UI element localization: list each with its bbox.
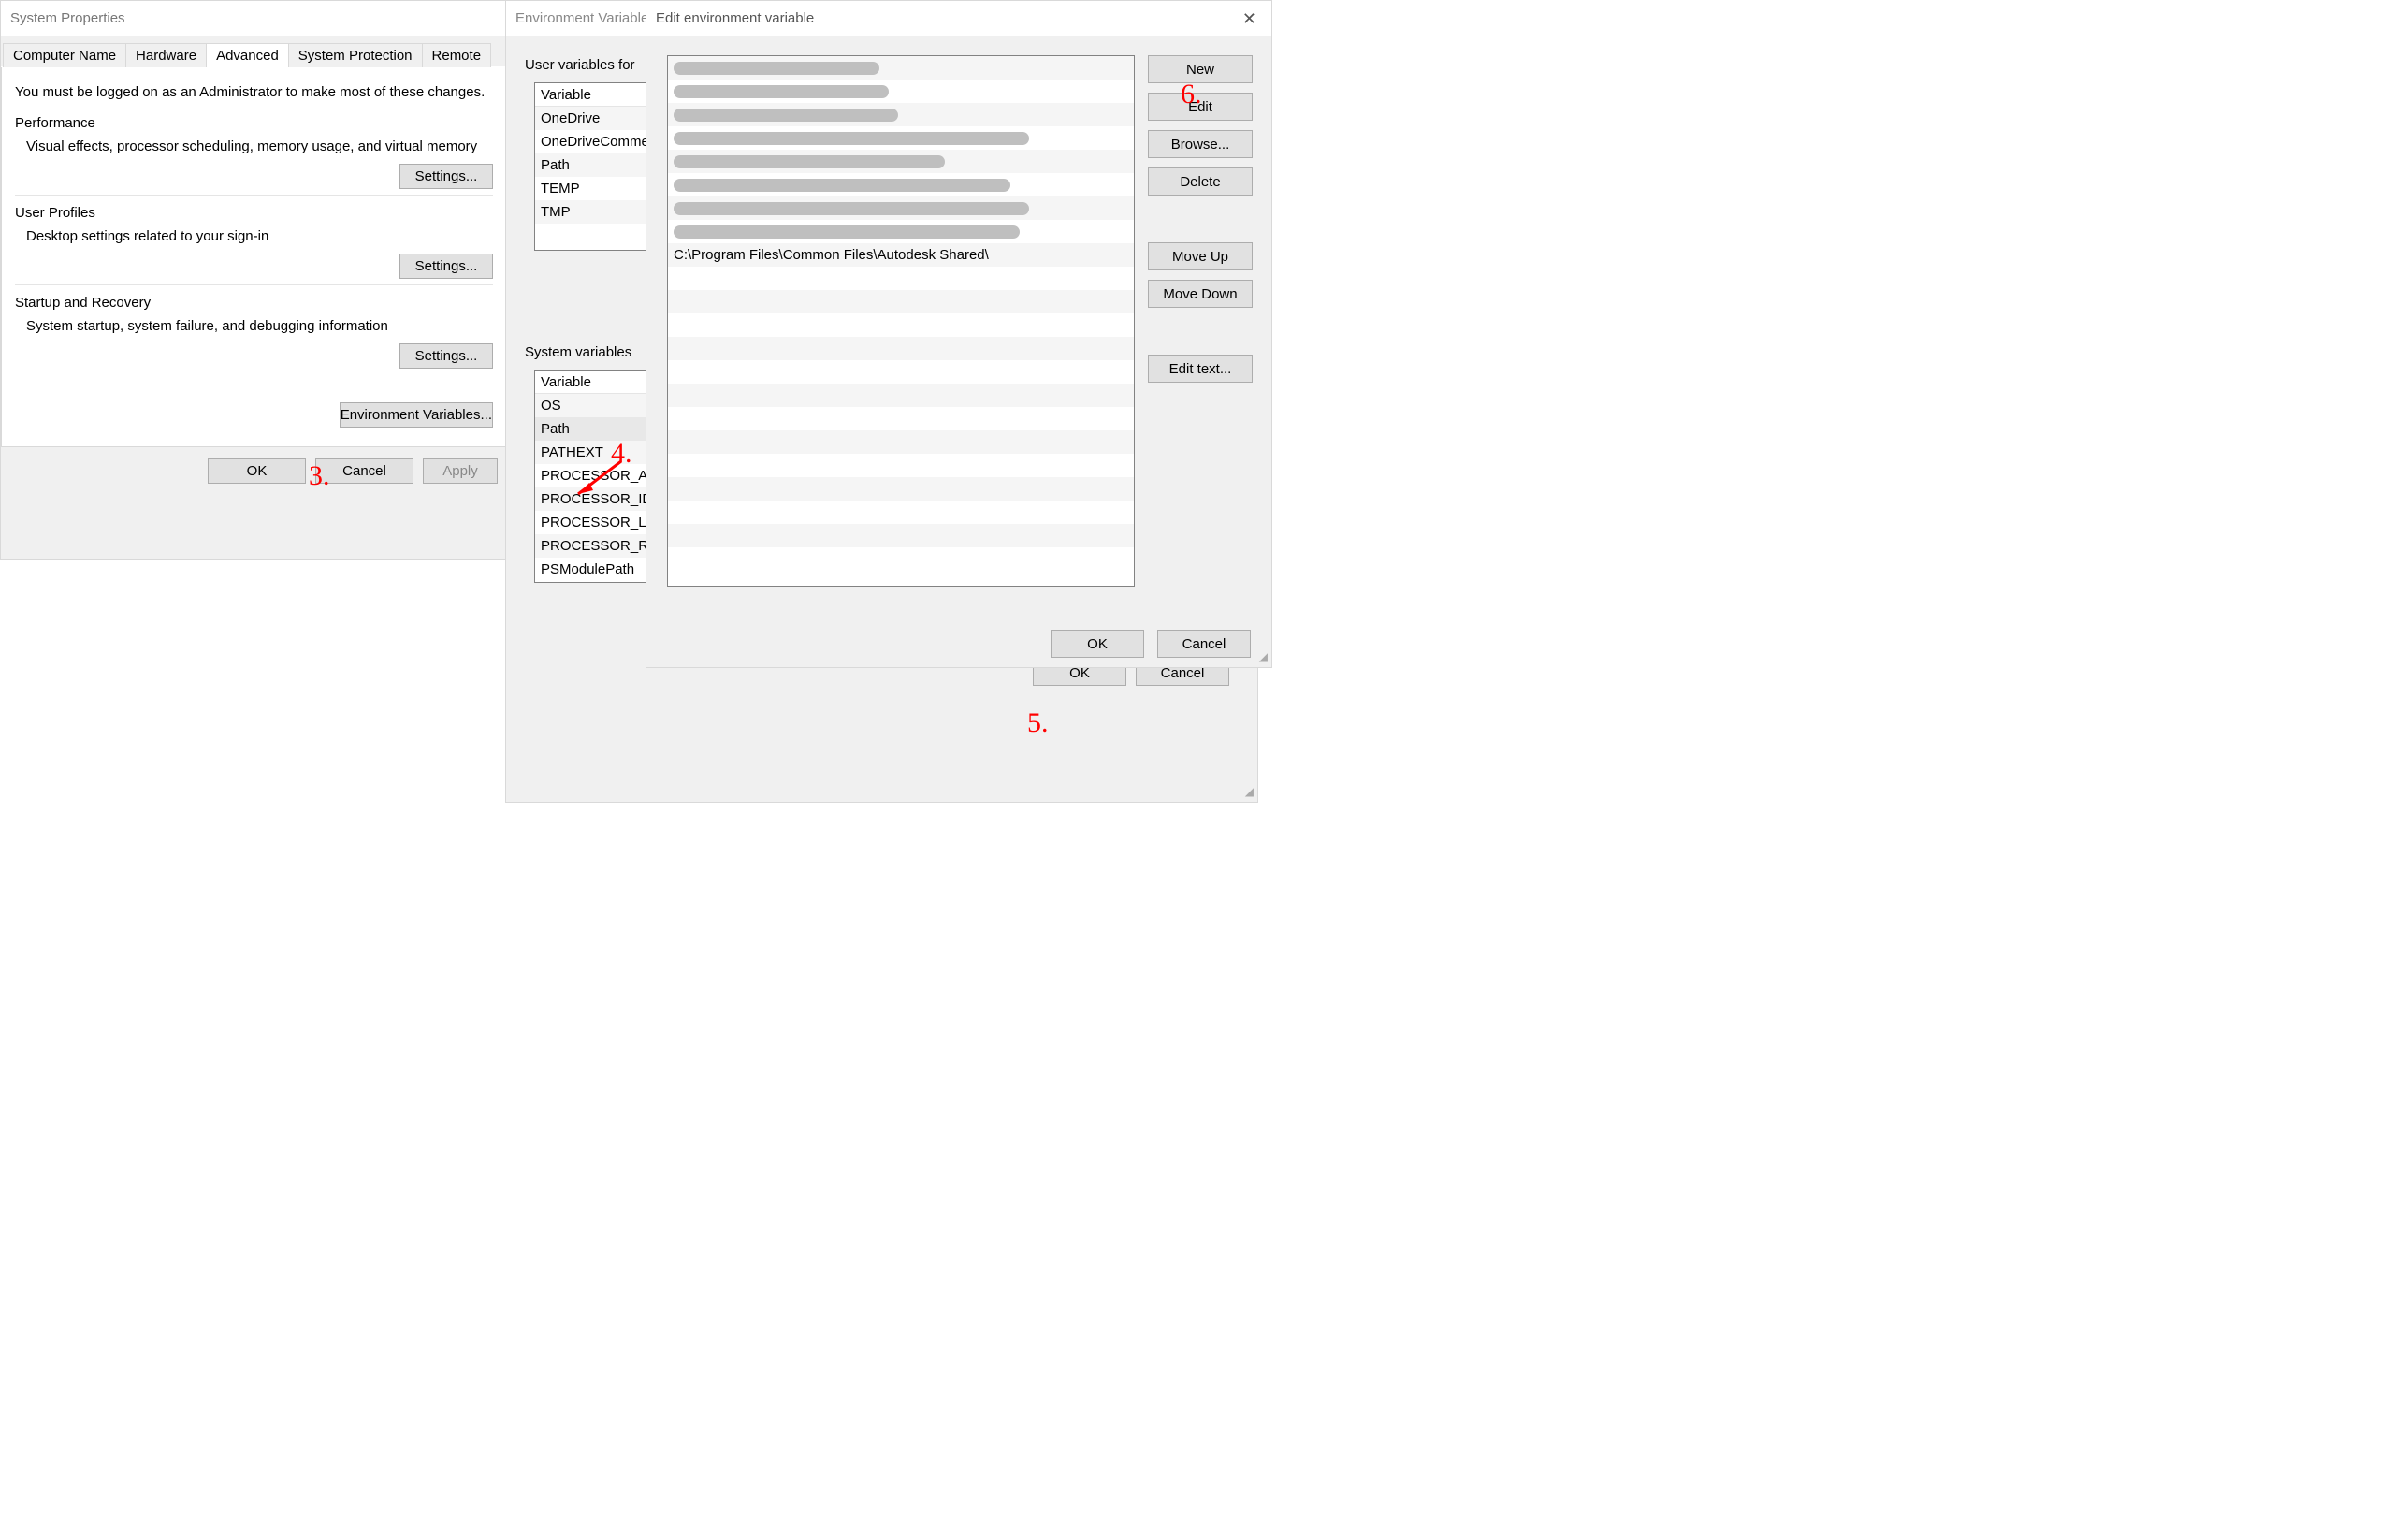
env-vars-title: Environment Variables [515,1,656,36]
path-entry-redacted[interactable] [668,150,1134,173]
path-entry-empty[interactable] [668,267,1134,290]
redacted-icon [674,62,879,75]
performance-settings-button[interactable]: Settings... [399,164,493,189]
path-entry-redacted[interactable] [668,103,1134,126]
resize-grip-icon[interactable]: ◢ [1245,785,1254,798]
system-properties-title: System Properties [10,1,125,36]
path-entry-redacted[interactable] [668,126,1134,150]
resize-grip-icon[interactable]: ◢ [1259,650,1268,663]
tabstrip: Computer Name Hardware Advanced System P… [1,36,507,67]
tab-computer-name[interactable]: Computer Name [3,43,126,67]
path-entry-empty[interactable] [668,290,1134,313]
edit-env-var-dialog: Edit environment variable ✕ C:\Program F… [646,0,1272,668]
performance-label: Performance [15,115,493,131]
edit-text-button[interactable]: Edit text... [1148,355,1253,383]
startup-recovery-desc: System startup, system failure, and debu… [15,311,493,334]
apply-button: Apply [423,458,498,484]
tab-hardware[interactable]: Hardware [125,43,207,67]
annotation-arrow-icon [565,457,640,503]
system-properties-dialog: System Properties Computer Name Hardware… [0,0,508,560]
path-entry-redacted[interactable] [668,173,1134,196]
redacted-icon [674,85,889,98]
move-up-button[interactable]: Move Up [1148,242,1253,270]
advanced-tab-body: You must be logged on as an Administrato… [1,67,507,447]
path-entry-empty[interactable] [668,360,1134,384]
path-entry-empty[interactable] [668,547,1134,571]
redacted-icon [674,109,898,122]
admin-note: You must be logged on as an Administrato… [15,80,493,106]
environment-variables-button[interactable]: Environment Variables... [340,402,493,428]
close-icon[interactable]: ✕ [1237,1,1262,36]
system-properties-titlebar[interactable]: System Properties [1,1,507,36]
path-entry-empty[interactable] [668,477,1134,501]
annotation-6: 6. [1181,79,1202,110]
user-profiles-label: User Profiles [15,205,493,221]
path-entry-empty[interactable] [668,501,1134,524]
edit-env-var-title: Edit environment variable [656,1,814,36]
browse-button[interactable]: Browse... [1148,130,1253,158]
edit-env-footer: OK Cancel [646,630,1271,658]
tab-system-protection[interactable]: System Protection [288,43,423,67]
startup-recovery-label: Startup and Recovery [15,295,493,311]
edit-ok-button[interactable]: OK [1051,630,1144,658]
tab-advanced[interactable]: Advanced [206,43,289,67]
path-entry-redacted[interactable] [668,80,1134,103]
path-entry-empty[interactable] [668,337,1134,360]
move-down-button[interactable]: Move Down [1148,280,1253,308]
redacted-icon [674,155,945,168]
system-properties-footer: OK Cancel Apply [1,447,507,495]
path-entry-redacted[interactable] [668,220,1134,243]
ok-button[interactable]: OK [208,458,306,484]
path-entry-redacted[interactable] [668,196,1134,220]
user-profiles-settings-button[interactable]: Settings... [399,254,493,279]
redacted-icon [674,225,1020,239]
path-entry-empty[interactable] [668,407,1134,430]
startup-recovery-settings-button[interactable]: Settings... [399,343,493,369]
annotation-3: 3. [309,460,330,492]
path-entry-visible[interactable]: C:\Program Files\Common Files\Autodesk S… [668,243,1134,267]
path-entry-redacted[interactable] [668,56,1134,80]
cancel-button[interactable]: Cancel [315,458,413,484]
annotation-5: 5. [1027,707,1049,739]
performance-desc: Visual effects, processor scheduling, me… [15,131,493,154]
edit-cancel-button[interactable]: Cancel [1157,630,1251,658]
path-entry-empty[interactable] [668,313,1134,337]
user-profiles-desc: Desktop settings related to your sign-in [15,221,493,244]
edit-env-var-titlebar[interactable]: Edit environment variable ✕ [646,1,1271,36]
path-entries-list[interactable]: C:\Program Files\Common Files\Autodesk S… [667,55,1135,587]
path-entry-empty[interactable] [668,384,1134,407]
redacted-icon [674,179,1010,192]
redacted-icon [674,132,1029,145]
path-entry-empty[interactable] [668,430,1134,454]
redacted-icon [674,202,1029,215]
path-entry-empty[interactable] [668,524,1134,547]
delete-button[interactable]: Delete [1148,167,1253,196]
path-entry-empty[interactable] [668,454,1134,477]
tab-remote[interactable]: Remote [422,43,492,67]
